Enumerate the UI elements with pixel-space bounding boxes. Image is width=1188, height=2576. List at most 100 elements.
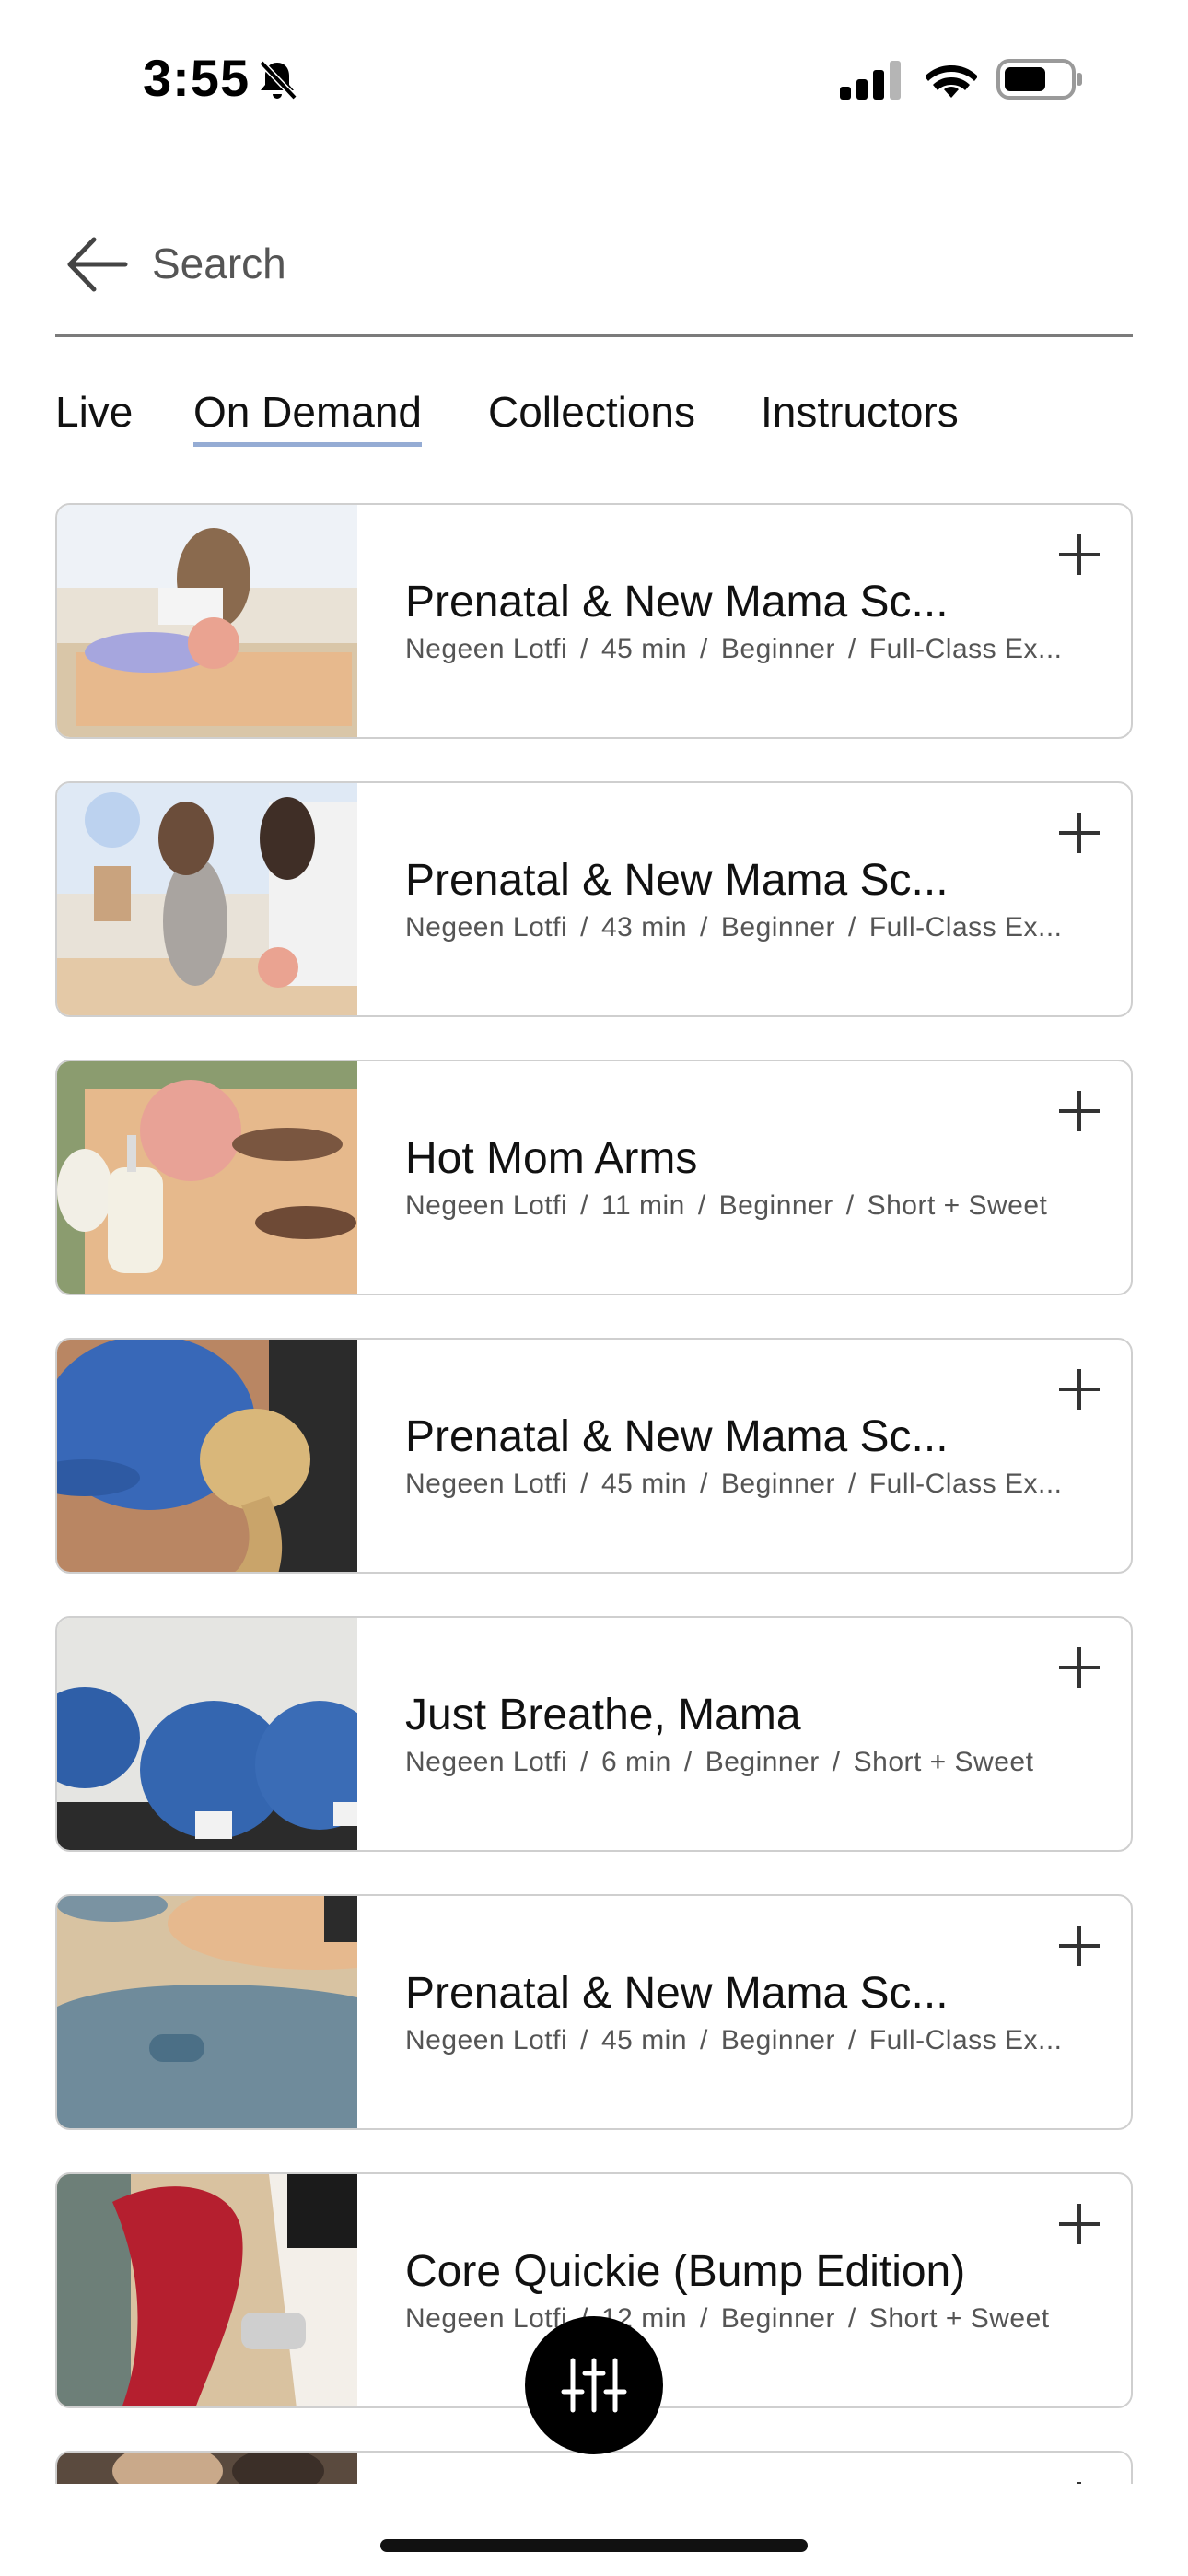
battery-icon (996, 59, 1082, 100)
add-icon[interactable] (1055, 1365, 1103, 1413)
class-instructor: Negeen Lotfi (405, 1469, 568, 1499)
class-duration: 45 min (600, 1469, 688, 1499)
meta-separator: / (700, 912, 708, 943)
class-meta: Negeen Lotfi / 6 min / Beginner / Short + Swee… (405, 1747, 1105, 1778)
add-icon[interactable] (1055, 531, 1103, 579)
class-instructor: Negeen Lotfi (405, 1190, 568, 1221)
class-level: Beginner (720, 1469, 835, 1499)
class-card[interactable]: Prenatal & New Mama Sc... Negeen Lotfi / 4… (55, 781, 1133, 1017)
add-icon[interactable] (1055, 809, 1103, 857)
meta-separator: / (580, 912, 588, 943)
class-meta: Negeen Lotfi/12 min/Beginner/Short + Swe… (405, 2303, 1105, 2335)
class-card[interactable] (55, 2451, 1133, 2484)
tab-on-demand[interactable]: On Demand (193, 387, 423, 447)
meta-separator: / (847, 2025, 856, 2055)
class-category: Short + Sweet (867, 1190, 1048, 1221)
class-card[interactable]: Prenatal & New Mama Sc... Negeen Lotfi / 4… (55, 503, 1133, 739)
class-instructor: Negeen Lotfi (405, 1747, 568, 1777)
status-time: 3:55 (143, 49, 250, 107)
meta-separator: / (697, 1190, 706, 1221)
class-duration: 11 min (600, 1190, 685, 1221)
class-duration: 43 min (600, 912, 688, 943)
class-title: Just Breathe, Mama (405, 1691, 801, 1739)
class-meta: Negeen Lotfi / 43 min / Beginner / Full-Class … (405, 912, 1105, 943)
class-title: Prenatal & New Mama Sc... (405, 1969, 949, 2018)
class-category: Full-Class Ex... (868, 2025, 1063, 2055)
add-icon[interactable] (1055, 1644, 1103, 1692)
bell-slash-icon (259, 60, 297, 100)
meta-separator: / (580, 634, 588, 664)
add-icon[interactable] (1055, 1087, 1103, 1135)
class-level: Beginner (718, 1190, 833, 1221)
class-card[interactable]: Prenatal & New Mama Sc... Negeen Lotfi / 4… (55, 1894, 1133, 2130)
add-icon[interactable] (1055, 2478, 1103, 2484)
class-category: Full-Class Ex... (868, 1469, 1063, 1499)
class-category: Full-Class Ex... (868, 912, 1063, 943)
class-thumbnail (57, 505, 357, 737)
class-level: Beginner (705, 1747, 820, 1777)
search-input[interactable] (152, 230, 1073, 297)
meta-separator: / (700, 1469, 708, 1499)
class-level: Beginner (720, 2303, 835, 2334)
class-duration: 6 min (600, 1747, 671, 1777)
class-level: Beginner (720, 634, 835, 664)
tab-collections[interactable]: Collections (488, 387, 695, 442)
class-title: Prenatal & New Mama Sc... (405, 1412, 949, 1461)
class-title: Prenatal & New Mama Sc... (405, 578, 949, 626)
meta-separator: / (700, 2025, 708, 2055)
class-thumbnail (57, 1896, 357, 2128)
meta-separator: / (847, 2303, 856, 2334)
class-title: Hot Mom Arms (405, 1134, 698, 1183)
arrow-left-icon[interactable] (64, 234, 129, 295)
class-card[interactable]: Just Breathe, Mama Negeen Lotfi / 6 min / Be… (55, 1616, 1133, 1852)
class-card[interactable]: Hot Mom Arms Negeen Lotfi / 11 min / Beginne… (55, 1060, 1133, 1295)
meta-separator: / (847, 912, 856, 943)
on-demand-screen: 3:55 Live (0, 0, 1188, 2576)
class-thumbnail (57, 2453, 357, 2484)
signal-icon (840, 61, 901, 100)
class-thumbnail (57, 783, 357, 1015)
class-duration: 45 min (600, 634, 688, 664)
wifi-icon (926, 65, 977, 98)
class-card[interactable]: Prenatal & New Mama Sc... Negeen Lotfi / 4… (55, 1338, 1133, 1574)
class-category: Short + Sweet (853, 1747, 1034, 1777)
meta-separator: / (832, 1747, 841, 1777)
class-category: Short + Sweet (868, 2303, 1050, 2334)
add-icon[interactable] (1055, 2200, 1103, 2248)
tab-instructors[interactable]: Instructors (761, 387, 959, 442)
class-duration: 45 min (600, 2025, 688, 2055)
class-title: Core Quickie (Bump Edition) (405, 2247, 966, 2296)
tab-live[interactable]: Live (55, 387, 133, 442)
class-list: Prenatal & New Mama Sc... Negeen Lotfi / 4… (55, 503, 1133, 2484)
class-instructor: Negeen Lotfi (405, 2025, 568, 2055)
class-category: Full-Class Ex... (868, 634, 1063, 664)
filter-button[interactable] (525, 2316, 663, 2454)
meta-separator: / (845, 1190, 855, 1221)
meta-separator: / (580, 1469, 588, 1499)
meta-separator: / (847, 634, 856, 664)
add-icon[interactable] (1055, 1922, 1103, 1970)
meta-separator: / (580, 1190, 588, 1221)
class-meta: Negeen Lotfi / 45 min / Beginner / Full-Class … (405, 1469, 1105, 1500)
class-title: Prenatal & New Mama Sc... (405, 856, 949, 905)
class-thumbnail (57, 2174, 357, 2406)
class-instructor: Negeen Lotfi (405, 912, 568, 943)
sliders-icon (561, 2358, 627, 2413)
class-thumbnail (57, 1618, 357, 1850)
class-thumbnail (57, 1061, 357, 1294)
class-thumbnail (57, 1340, 357, 1572)
status-bar: 3:55 (0, 0, 1188, 157)
tab-bar: Live On Demand Collections Instructors (55, 387, 1133, 461)
home-indicator (380, 2539, 808, 2552)
class-level: Beginner (720, 912, 835, 943)
meta-separator: / (700, 2303, 708, 2334)
class-meta: Negeen Lotfi / 45 min / Beginner / Full-Class … (405, 2025, 1105, 2056)
meta-separator: / (700, 634, 708, 664)
search-bar (55, 212, 1133, 337)
class-instructor: Negeen Lotfi (405, 634, 568, 664)
meta-separator: / (580, 1747, 588, 1777)
meta-separator: / (847, 1469, 856, 1499)
meta-separator: / (683, 1747, 693, 1777)
class-level: Beginner (720, 2025, 835, 2055)
class-meta: Negeen Lotfi / 45 min / Beginner / Full-Class … (405, 634, 1105, 665)
